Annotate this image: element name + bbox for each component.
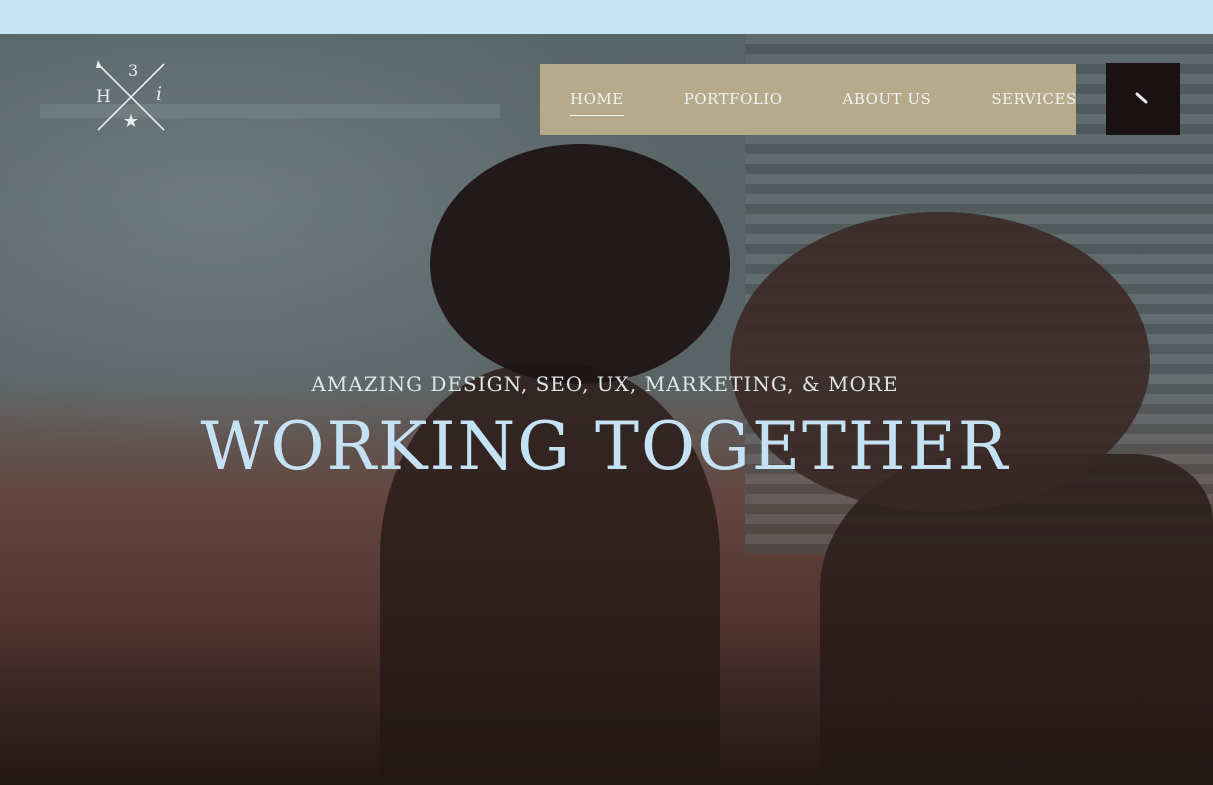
logo-letter-h: H [96,87,111,107]
crossed-arrows-star-logo-icon: H 3 i [96,60,165,131]
search-button[interactable] [1106,63,1180,135]
hero-headline: WORKING TOGETHER [200,408,1010,485]
hero-tagline: AMAZING DESIGN, SEO, UX, MARKETING, & MO… [311,372,899,396]
nav-item-services[interactable]: SERVICES [991,86,1076,114]
search-icon [1135,92,1148,104]
nav-item-portfolio[interactable]: PORTFOLIO [684,86,783,114]
nav-item-home[interactable]: HOME [570,86,624,116]
logo-letter-3: 3 [128,61,138,80]
nav-item-about-us[interactable]: ABOUT US [843,86,932,114]
logo-letter-i: i [156,83,162,105]
top-bar [0,0,1213,34]
site-logo[interactable]: H 3 i [92,58,172,136]
main-nav: HOME PORTFOLIO ABOUT US SERVICES [540,64,1076,135]
